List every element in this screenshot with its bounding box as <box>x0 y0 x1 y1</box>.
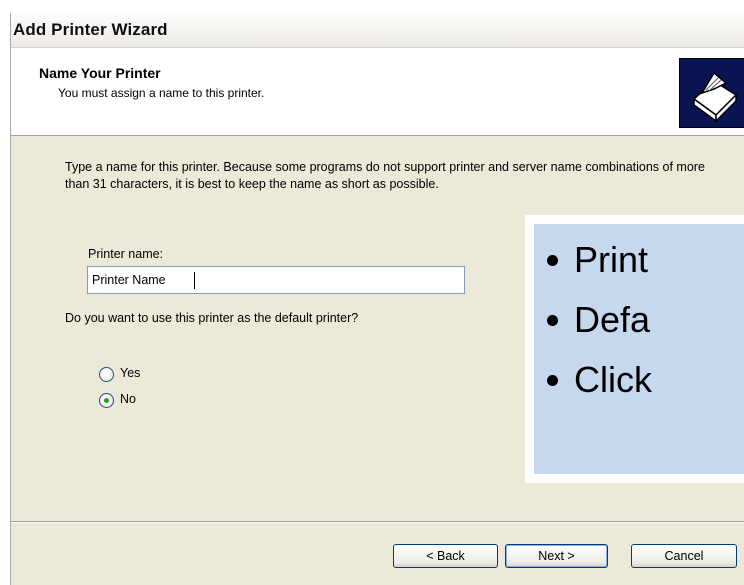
bullet-text: Defa <box>574 299 651 340</box>
bullet-overlay-panel: Print Defa Click <box>534 224 744 474</box>
page-title: Name Your Printer <box>39 65 161 81</box>
window-title: Add Printer Wizard <box>13 20 168 39</box>
radio-no[interactable] <box>99 393 114 408</box>
cancel-button[interactable]: Cancel <box>631 544 737 568</box>
page-subtitle: You must assign a name to this printer. <box>58 86 265 100</box>
bullet-text: Print <box>574 239 649 280</box>
next-button[interactable]: Next > <box>505 544 608 568</box>
bullet-icon <box>547 375 558 386</box>
footer-divider <box>11 521 744 523</box>
printer-name-input[interactable] <box>87 266 465 294</box>
printer-icon <box>679 58 744 128</box>
bullet-overlay: Print Defa Click <box>525 215 744 483</box>
wizard-header: Name Your Printer You must assign a name… <box>11 48 744 136</box>
bullet-icon <box>547 315 558 326</box>
back-button[interactable]: < Back <box>393 544 498 568</box>
radio-selected-dot <box>104 398 109 403</box>
radio-no-label: No <box>120 392 136 406</box>
instructions-text: Type a name for this printer. Because so… <box>65 160 705 191</box>
text-caret <box>194 272 195 289</box>
printer-name-label: Printer name: <box>88 247 164 261</box>
bullet-text: Click <box>574 359 652 400</box>
title-bar[interactable]: Add Printer Wizard <box>11 13 744 48</box>
radio-yes-label: Yes <box>120 366 141 380</box>
radio-yes[interactable] <box>99 367 114 382</box>
bullet-icon <box>547 255 558 266</box>
default-printer-question: Do you want to use this printer as the d… <box>65 311 359 325</box>
